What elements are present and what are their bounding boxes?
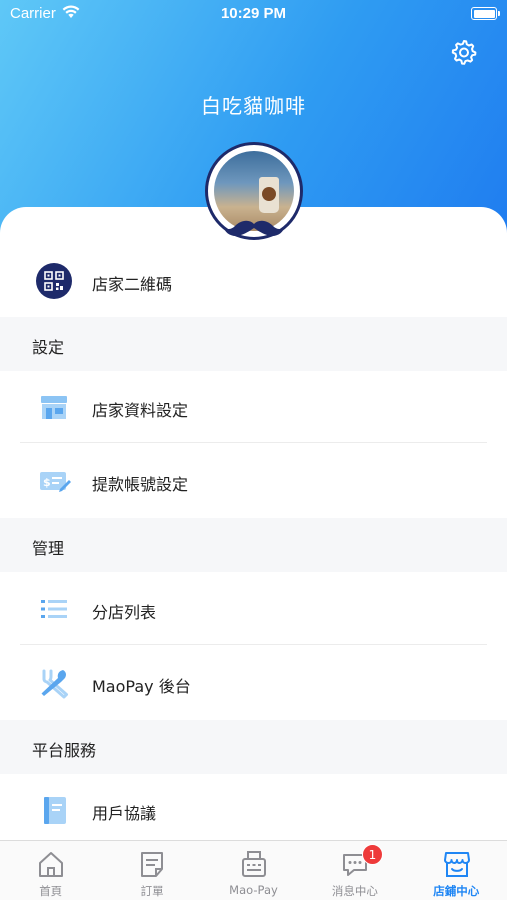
- section-title-settings: 設定: [32, 338, 65, 357]
- user-agreement-row[interactable]: 用戶協議: [0, 774, 507, 840]
- maopay-backend-row[interactable]: MaoPay 後台: [0, 647, 507, 719]
- shop-icon: [443, 852, 470, 877]
- tab-messages[interactable]: 消息中心: [304, 841, 405, 900]
- withdrawal-account-settings-label: 提款帳號設定: [92, 475, 189, 494]
- utensils-icon: [41, 669, 68, 699]
- mustache-icon: [223, 220, 285, 236]
- section-header-platform: 平台服務: [0, 720, 507, 774]
- user-agreement-label: 用戶協議: [92, 804, 157, 823]
- store-icon: [41, 396, 67, 419]
- list-icon: [41, 600, 67, 618]
- tab-messages-label: 消息中心: [331, 884, 378, 898]
- withdrawal-account-settings-row[interactable]: $ 提款帳號設定: [0, 445, 507, 517]
- avatar-photo: [214, 151, 294, 231]
- row-divider: [20, 442, 487, 443]
- section-header-management: 管理: [0, 518, 507, 572]
- bottom-tab-bar: 首頁 訂單 Mao-Pay 消息中心 店鋪中心: [0, 840, 507, 900]
- svg-text:$: $: [43, 476, 51, 489]
- pos-terminal-icon: [241, 851, 266, 877]
- qr-code-label: 店家二維碼: [92, 275, 173, 294]
- battery-icon: [471, 7, 500, 20]
- store-info-settings-label: 店家資料設定: [92, 401, 189, 420]
- clock: 10:29 PM: [220, 5, 287, 22]
- row-divider: [20, 644, 487, 645]
- store-center-menu: 店家二維碼 設定 店家資料設定 $ 提款帳號設定 管理 分店列表 MaoPay …: [0, 207, 507, 840]
- section-title-management: 管理: [32, 539, 65, 558]
- maopay-backend-label: MaoPay 後台: [92, 677, 191, 696]
- store-info-settings-row[interactable]: 店家資料設定: [0, 371, 507, 443]
- branch-list-label: 分店列表: [92, 603, 157, 622]
- section-header-settings: 設定: [0, 317, 507, 371]
- tab-orders-label: 訂單: [140, 884, 164, 898]
- coffee-cup-image: [259, 177, 279, 213]
- section-title-platform: 平台服務: [32, 741, 97, 760]
- unread-messages-badge: 1: [362, 844, 383, 865]
- home-icon: [39, 852, 63, 877]
- tab-home[interactable]: 首頁: [0, 841, 101, 900]
- store-name: 白吃貓咖啡: [201, 94, 306, 118]
- payment-card-icon: $: [40, 472, 71, 492]
- store-avatar[interactable]: [205, 142, 303, 240]
- tab-home-label: 首頁: [39, 884, 63, 898]
- branch-list-row[interactable]: 分店列表: [0, 573, 507, 645]
- book-icon: [44, 797, 66, 824]
- tab-mao-pay-label: Mao-Pay: [229, 883, 278, 897]
- tab-store-center[interactable]: 店鋪中心: [406, 841, 507, 900]
- tab-orders[interactable]: 訂單: [101, 841, 202, 900]
- qr-code-row[interactable]: 店家二維碼: [0, 245, 507, 317]
- tab-mao-pay[interactable]: Mao-Pay: [203, 841, 304, 900]
- status-bar: Carrier 10:29 PM: [0, 0, 507, 28]
- tab-store-center-label: 店鋪中心: [433, 884, 480, 898]
- gear-icon[interactable]: [451, 39, 477, 65]
- qr-code-icon: [36, 263, 72, 299]
- orders-icon: [141, 852, 164, 877]
